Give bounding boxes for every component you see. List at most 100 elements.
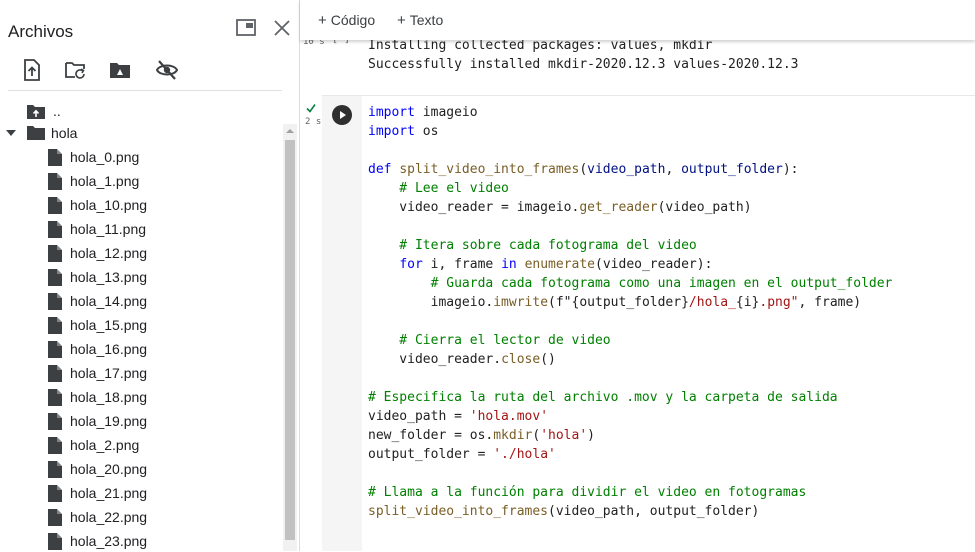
file-row[interactable]: hola_20.png: [48, 458, 147, 480]
add-code-cell-button[interactable]: + Código: [318, 12, 375, 29]
mount-drive-button[interactable]: [108, 58, 132, 82]
file-row[interactable]: hola_18.png: [48, 386, 147, 408]
code-token: import: [368, 124, 415, 139]
plus-icon: +: [397, 12, 406, 29]
code-token: (): [540, 352, 556, 367]
file-icon: [48, 340, 62, 358]
code-token: def: [368, 162, 392, 177]
panel-divider: [8, 90, 282, 91]
code-token: , frame): [798, 295, 862, 310]
code-token: output_folder =: [368, 447, 494, 462]
file-icon: [48, 412, 62, 430]
file-row[interactable]: hola_23.png: [48, 530, 147, 552]
file-name: hola_12.png: [70, 245, 148, 261]
code-token: output_folder: [681, 162, 783, 177]
file-icon: [48, 316, 62, 334]
add-text-label: Texto: [409, 12, 444, 28]
code-line: # Lee el video: [368, 181, 509, 200]
file-icon: [48, 532, 62, 550]
code-token: ): [587, 428, 595, 443]
file-row[interactable]: hola_0.png: [48, 146, 139, 168]
code-token: new_folder = os.: [368, 428, 494, 443]
output-line: Installing collected packages: values, m…: [368, 38, 713, 53]
file-name: hola_19.png: [70, 413, 148, 429]
code-token: get_reader: [579, 200, 658, 215]
code-token: in: [501, 257, 517, 272]
file-browser-panel: Archivos .. hola hola_0.png hola_1.png h…: [0, 0, 300, 551]
code-token: i, frame: [422, 257, 502, 272]
code-token: {i}: [735, 295, 760, 310]
file-row[interactable]: hola_12.png: [48, 242, 147, 264]
scroll-up-arrow-icon[interactable]: [286, 127, 294, 135]
chevron-down-icon[interactable]: [6, 129, 16, 137]
code-token: 'hola': [540, 428, 588, 443]
code-token: .png": [759, 295, 799, 310]
code-line: # Itera sobre cada fotograma del video: [368, 238, 696, 257]
code-line: def split_video_into_frames(video_path, …: [368, 162, 799, 181]
file-icon: [48, 220, 62, 238]
code-line: # Especifica la ruta del archivo .mov y …: [368, 390, 838, 409]
file-row[interactable]: hola_2.png: [48, 434, 139, 456]
code-token: split_video_into_frames: [399, 162, 580, 177]
code-line: import os: [368, 124, 438, 143]
file-icon: [48, 148, 62, 166]
file-row[interactable]: hola_11.png: [48, 218, 146, 240]
folder-row-hola[interactable]: hola: [6, 122, 77, 144]
code-token: for: [399, 257, 423, 272]
file-name: hola_10.png: [70, 197, 148, 213]
add-code-label: Código: [330, 12, 376, 28]
code-token: enumerate: [524, 257, 596, 272]
folder-up-icon: [27, 104, 45, 119]
file-row[interactable]: hola_1.png: [48, 170, 139, 192]
file-name: hola_11.png: [70, 221, 147, 237]
code-token: mkdir: [493, 428, 533, 443]
refresh-button[interactable]: [63, 58, 87, 82]
code-token: video_path =: [368, 409, 470, 424]
file-row[interactable]: hola_17.png: [48, 362, 147, 384]
code-line: # Cierra el lector de video: [368, 333, 610, 352]
file-row[interactable]: hola_14.png: [48, 290, 147, 312]
file-row[interactable]: hola_19.png: [48, 410, 147, 432]
code-token: os: [414, 124, 439, 139]
open-in-tab-button[interactable]: [236, 19, 256, 36]
code-token: video_reader = imageio.: [368, 200, 580, 215]
code-token: (video_path, output_folder): [548, 504, 760, 519]
code-token: {output_folder}: [571, 295, 689, 310]
file-row[interactable]: hola_21.png: [48, 482, 147, 504]
code-line: # Guarda cada fotograma como una imagen …: [368, 276, 893, 295]
code-line: import imageio: [368, 105, 478, 124]
upload-button[interactable]: [20, 58, 44, 82]
file-name: hola_18.png: [70, 389, 148, 405]
file-name: hola_0.png: [70, 149, 140, 165]
file-name: hola_20.png: [70, 461, 148, 477]
code-token: (: [579, 162, 588, 177]
file-name: hola_17.png: [70, 365, 148, 381]
output-line: Successfully installed mkdir-2020.12.3 v…: [368, 57, 799, 72]
close-panel-button[interactable]: [272, 18, 292, 38]
folder-label: hola: [51, 125, 78, 141]
file-icon: [48, 364, 62, 382]
file-name: hola_2.png: [70, 437, 140, 453]
file-name: hola_15.png: [70, 317, 148, 333]
code-token: # Guarda cada fotograma como una imagen …: [368, 276, 893, 291]
file-row[interactable]: hola_13.png: [48, 266, 147, 288]
parent-directory-row[interactable]: ..: [27, 100, 61, 122]
toggle-hidden-files-button[interactable]: [155, 58, 179, 82]
play-icon: [340, 111, 346, 119]
add-text-cell-button[interactable]: + Texto: [397, 12, 443, 29]
code-token: /hola_: [688, 295, 736, 310]
file-row[interactable]: hola_10.png: [48, 194, 147, 216]
upload-file-icon: [24, 59, 40, 81]
cell-exec-time: 2 s: [305, 117, 322, 127]
code-line: video_reader.close(): [368, 352, 556, 371]
run-cell-button[interactable]: [332, 105, 352, 125]
sidebar-scroll-thumb[interactable]: [285, 140, 295, 540]
file-row[interactable]: hola_15.png: [48, 314, 147, 336]
code-token: './hola': [493, 447, 556, 462]
file-icon: [48, 388, 62, 406]
file-row[interactable]: hola_22.png: [48, 506, 147, 528]
file-row[interactable]: hola_16.png: [48, 338, 147, 360]
code-token: imageio.: [368, 295, 494, 310]
